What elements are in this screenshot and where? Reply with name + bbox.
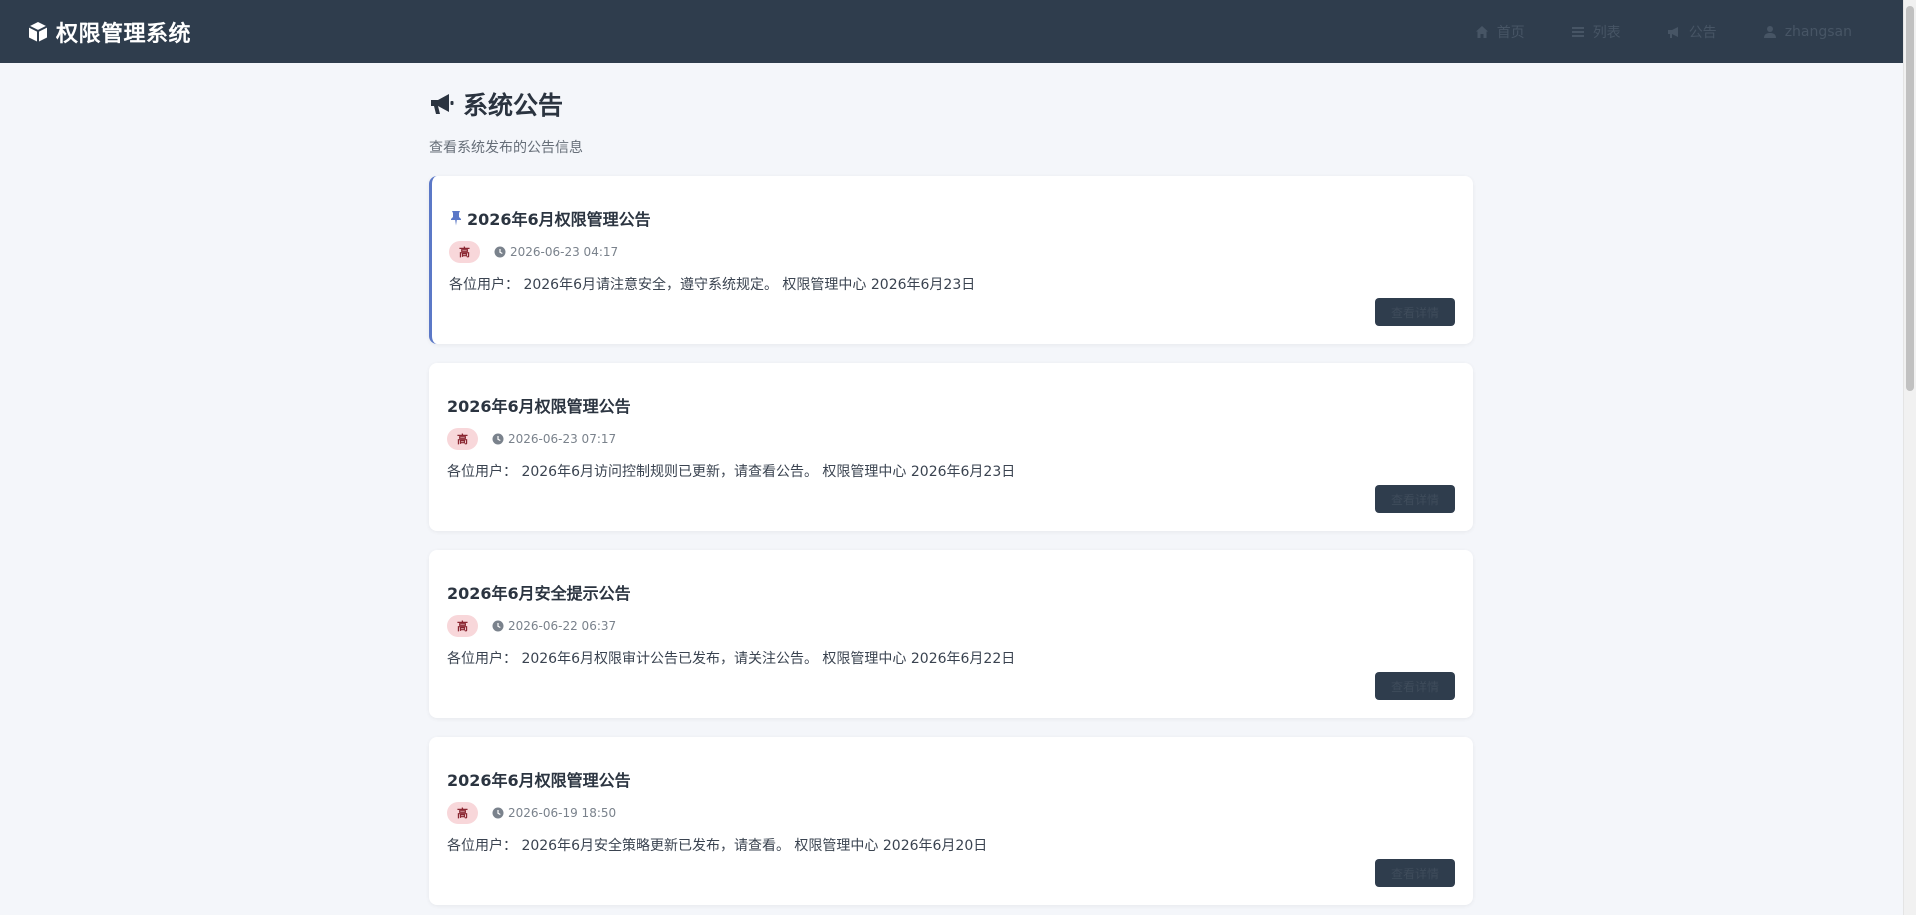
priority-badge: 高 xyxy=(447,615,478,637)
nav-item-list[interactable]: 列表 xyxy=(1571,22,1621,42)
view-detail-button[interactable]: 查看详情 xyxy=(1375,859,1455,887)
announcement-time-text: 2026-06-23 04:17 xyxy=(510,245,619,259)
priority-badge: 高 xyxy=(447,428,478,450)
announcement-card[interactable]: 2026年6月权限管理公告 高 2026-06-19 18:50 各位用户： 2… xyxy=(429,737,1473,905)
announcement-card[interactable]: 2026年6月安全提示公告 高 2026-06-22 06:37 各位用户： 2… xyxy=(429,550,1473,718)
announcement-time: 2026-06-23 07:17 xyxy=(492,432,616,446)
priority-badge: 高 xyxy=(447,802,478,824)
page-subtitle: 查看系统发布的公告信息 xyxy=(429,140,583,156)
announcement-meta: 高 2026-06-23 07:17 xyxy=(447,428,616,450)
announcement-time: 2026-06-19 18:50 xyxy=(492,806,616,820)
user-icon xyxy=(1763,25,1777,39)
announcement-body: 各位用户： 2026年6月权限审计公告已发布，请关注公告。 权限管理中心 202… xyxy=(447,651,1016,667)
clock-icon xyxy=(494,246,506,258)
announcement-time-text: 2026-06-22 06:37 xyxy=(508,619,617,633)
announcement-meta: 高 2026-06-22 06:37 xyxy=(447,615,616,637)
announcement-title: 2026年6月权限管理公告 xyxy=(447,397,631,416)
nav-item-home-label: 首页 xyxy=(1496,24,1525,41)
nav-menu: 首页 列表 公告 zhangsan xyxy=(1475,0,1904,63)
view-detail-button[interactable]: 查看详情 xyxy=(1375,672,1455,700)
announcement-card[interactable]: 2026年6月权限管理公告 高 2026-06-23 04:17 各位用户： 2… xyxy=(429,176,1473,344)
nav-item-announce-label: 公告 xyxy=(1688,24,1717,41)
clock-icon xyxy=(492,620,504,632)
page-scrollbar[interactable] xyxy=(1903,0,1916,915)
announcement-title: 2026年6月权限管理公告 xyxy=(447,771,631,790)
pin-icon xyxy=(449,210,463,226)
app-title: 权限管理系统 xyxy=(56,21,192,47)
scrollbar-thumb[interactable] xyxy=(1906,6,1914,391)
megaphone-icon xyxy=(1667,25,1681,39)
cube-icon xyxy=(26,20,50,44)
announcement-meta: 高 2026-06-19 18:50 xyxy=(447,802,616,824)
announcement-title-text: 2026年6月权限管理公告 xyxy=(467,210,651,229)
list-icon xyxy=(1571,25,1585,39)
megaphone-icon xyxy=(429,91,455,117)
nav-item-announce[interactable]: 公告 xyxy=(1667,22,1717,42)
announcement-body: 各位用户： 2026年6月请注意安全，遵守系统规定。 权限管理中心 2026年6… xyxy=(449,277,976,293)
priority-badge: 高 xyxy=(449,241,480,263)
clock-icon xyxy=(492,807,504,819)
page-title: 系统公告 xyxy=(429,86,1473,122)
nav-item-home[interactable]: 首页 xyxy=(1475,22,1525,42)
announcement-time-text: 2026-06-19 18:50 xyxy=(508,806,617,820)
announcement-title: 2026年6月安全提示公告 xyxy=(447,584,631,603)
announcement-time: 2026-06-22 06:37 xyxy=(492,619,616,633)
announcement-time: 2026-06-23 04:17 xyxy=(494,245,618,259)
page-title-text: 系统公告 xyxy=(463,91,564,120)
announcement-card[interactable]: 2026年6月权限管理公告 高 2026-06-23 07:17 各位用户： 2… xyxy=(429,363,1473,531)
announcement-body: 各位用户： 2026年6月访问控制规则已更新，请查看公告。 权限管理中心 202… xyxy=(447,464,1016,480)
nav-item-list-label: 列表 xyxy=(1592,24,1621,41)
main-content: 系统公告 查看系统发布的公告信息 2026年6月权限管理公告 高 2026-06… xyxy=(429,63,1473,905)
nav-item-user[interactable]: zhangsan xyxy=(1763,24,1852,40)
view-detail-button[interactable]: 查看详情 xyxy=(1375,298,1455,326)
top-navbar: 权限管理系统 首页 列表 公告 zhangsan xyxy=(0,0,1904,63)
announcement-time-text: 2026-06-23 07:17 xyxy=(508,432,617,446)
announcement-meta: 高 2026-06-23 04:17 xyxy=(449,241,618,263)
announcement-title: 2026年6月权限管理公告 xyxy=(449,206,651,230)
home-icon xyxy=(1475,25,1489,39)
nav-user-name: zhangsan xyxy=(1784,23,1852,40)
brand[interactable]: 权限管理系统 xyxy=(26,16,191,48)
clock-icon xyxy=(492,433,504,445)
view-detail-button[interactable]: 查看详情 xyxy=(1375,485,1455,513)
announcement-body: 各位用户： 2026年6月安全策略更新已发布，请查看。 权限管理中心 2026年… xyxy=(447,838,988,854)
